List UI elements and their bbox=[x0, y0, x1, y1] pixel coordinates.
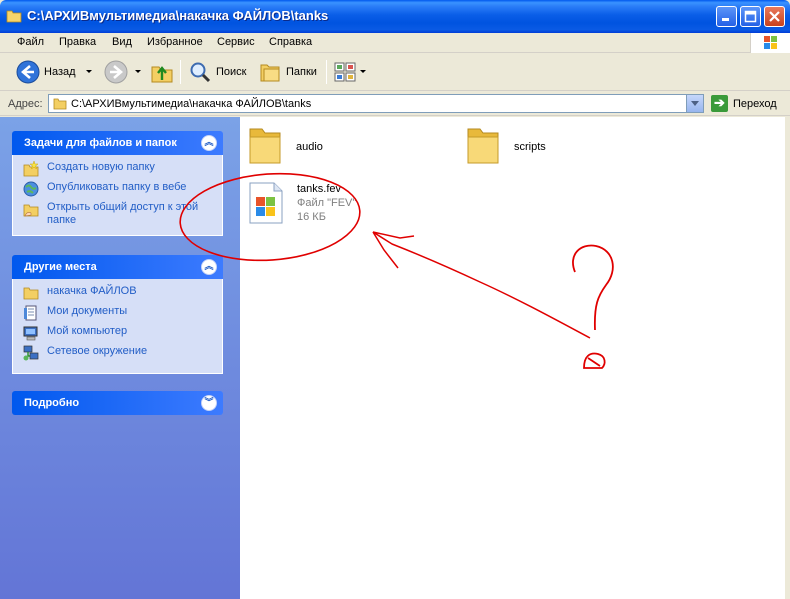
place-label: Мой компьютер bbox=[47, 325, 128, 337]
maximize-button[interactable] bbox=[740, 6, 761, 27]
maximize-icon bbox=[744, 10, 757, 23]
my-computer-icon bbox=[23, 326, 38, 341]
tasks-panel: Задачи для файлов и папок ︽ Создать нову… bbox=[12, 131, 223, 236]
forward-button[interactable] bbox=[104, 58, 128, 86]
folders-icon bbox=[260, 64, 280, 82]
folders-button[interactable]: Папки bbox=[258, 58, 317, 86]
network-icon bbox=[23, 345, 39, 361]
task-publish-web[interactable]: Опубликовать папку в вебе bbox=[13, 181, 222, 201]
toolbar-separator bbox=[326, 60, 327, 84]
tasks-panel-header[interactable]: Задачи для файлов и папок ︽ bbox=[12, 131, 223, 155]
go-arrow-icon: ➔ bbox=[711, 95, 728, 112]
folders-label: Папки bbox=[286, 66, 317, 78]
places-panel: Другие места ︽ накачка ФАЙЛОВ Мои докуме… bbox=[12, 255, 223, 374]
menu-bar: Файл Правка Вид Избранное Сервис Справка bbox=[0, 33, 790, 53]
close-button[interactable] bbox=[764, 6, 785, 27]
collapse-chevron-icon[interactable]: ︽ bbox=[201, 135, 217, 151]
minimize-icon bbox=[722, 18, 729, 21]
folder-icon bbox=[249, 128, 281, 164]
toolbar: Назад Поиск Папки bbox=[0, 54, 790, 91]
place-label: Мои документы bbox=[47, 305, 128, 317]
places-panel-body: накачка ФАЙЛОВ Мои документы Мой компьют… bbox=[12, 279, 223, 374]
folder-item-scripts[interactable]: scripts bbox=[464, 123, 584, 171]
place-label: накачка ФАЙЛОВ bbox=[47, 285, 137, 297]
windows-file-icon bbox=[249, 182, 283, 224]
new-folder-icon bbox=[23, 161, 39, 177]
back-dropdown-icon[interactable] bbox=[86, 70, 92, 73]
address-input[interactable]: C:\АРХИВмультимедиа\накачка ФАЙЛОВ\tanks bbox=[48, 94, 704, 113]
back-arrow-icon bbox=[16, 60, 40, 84]
my-documents-icon bbox=[24, 305, 37, 321]
file-size: 16 КБ bbox=[297, 211, 326, 223]
toolbar-separator bbox=[180, 60, 181, 84]
details-panel: Подробно ︾ bbox=[12, 391, 223, 415]
address-bar: Адрес: C:\АРХИВмультимедиа\накачка ФАЙЛО… bbox=[0, 92, 790, 116]
views-button[interactable] bbox=[333, 58, 357, 86]
task-label: Опубликовать папку в вебе bbox=[47, 181, 187, 193]
forward-dropdown-icon[interactable] bbox=[135, 70, 141, 73]
details-panel-header[interactable]: Подробно ︾ bbox=[12, 391, 223, 415]
up-folder-button[interactable] bbox=[150, 58, 174, 86]
menu-view[interactable]: Вид bbox=[112, 36, 132, 48]
task-share-folder[interactable]: Открыть общий доступ к этой папке bbox=[13, 201, 222, 227]
windows-logo-corner bbox=[750, 33, 790, 53]
go-button[interactable]: ➔ Переход bbox=[711, 95, 777, 112]
tasks-panel-title: Задачи для файлов и папок bbox=[24, 137, 177, 149]
search-button[interactable]: Поиск bbox=[188, 58, 246, 86]
address-value: C:\АРХИВмультимедиа\накачка ФАЙЛОВ\tanks bbox=[71, 98, 312, 110]
task-new-folder[interactable]: Создать новую папку bbox=[13, 161, 222, 181]
folder-item-audio[interactable]: audio bbox=[246, 123, 366, 171]
collapse-chevron-icon[interactable]: ︽ bbox=[201, 259, 217, 275]
publish-web-icon bbox=[23, 181, 39, 197]
forward-arrow-icon bbox=[104, 60, 128, 84]
up-folder-icon bbox=[151, 66, 173, 83]
place-my-computer[interactable]: Мой компьютер bbox=[13, 325, 222, 345]
address-label: Адрес: bbox=[8, 98, 43, 110]
search-icon bbox=[190, 62, 211, 83]
menu-favorites[interactable]: Избранное bbox=[147, 36, 203, 48]
details-panel-title: Подробно bbox=[24, 397, 80, 409]
menu-help[interactable]: Справка bbox=[269, 36, 312, 48]
folder-icon bbox=[53, 98, 67, 110]
window-right-border bbox=[785, 117, 790, 599]
close-icon bbox=[769, 11, 780, 22]
file-item-tanks-fev[interactable]: tanks.fev Файл "FEV" 16 КБ bbox=[246, 179, 376, 229]
go-label: Переход bbox=[733, 97, 777, 110]
tasks-panel-body: Создать новую папку Опубликовать папку в… bbox=[12, 155, 223, 236]
window-title: C:\АРХИВмультимедиа\накачка ФАЙЛОВ\tanks bbox=[27, 8, 329, 23]
menu-tools[interactable]: Сервис bbox=[217, 36, 255, 48]
folder-icon bbox=[23, 287, 39, 300]
place-my-documents[interactable]: Мои документы bbox=[13, 305, 222, 325]
place-network[interactable]: Сетевое окружение bbox=[13, 345, 222, 365]
views-icon bbox=[334, 62, 356, 82]
task-pane: Задачи для файлов и папок ︽ Создать нову… bbox=[0, 117, 240, 599]
task-label: Создать новую папку bbox=[47, 161, 155, 173]
place-parent-folder[interactable]: накачка ФАЙЛОВ bbox=[13, 285, 222, 305]
back-button[interactable]: Назад bbox=[16, 58, 76, 86]
expand-chevron-icon[interactable]: ︾ bbox=[201, 395, 217, 411]
places-panel-title: Другие места bbox=[24, 261, 97, 273]
places-panel-header[interactable]: Другие места ︽ bbox=[12, 255, 223, 279]
share-folder-icon bbox=[23, 204, 39, 217]
place-label: Сетевое окружение bbox=[47, 345, 148, 357]
file-name: scripts bbox=[514, 141, 546, 153]
menu-file[interactable]: Файл bbox=[17, 36, 44, 48]
menu-edit[interactable]: Правка bbox=[59, 36, 96, 48]
minimize-button[interactable] bbox=[716, 6, 737, 27]
title-bar[interactable]: C:\АРХИВмультимедиа\накачка ФАЙЛОВ\tanks bbox=[0, 0, 790, 33]
file-name: tanks.fev bbox=[297, 183, 342, 195]
folder-icon bbox=[6, 10, 22, 23]
back-label: Назад bbox=[44, 66, 76, 78]
address-dropdown-button[interactable] bbox=[686, 95, 703, 112]
folder-icon bbox=[467, 128, 499, 164]
windows-logo-icon bbox=[764, 36, 777, 49]
task-label: Открыть общий доступ к этой папке bbox=[47, 201, 199, 226]
search-label: Поиск bbox=[216, 66, 247, 78]
file-type: Файл "FEV" bbox=[297, 197, 357, 209]
file-name: audio bbox=[296, 141, 323, 153]
views-dropdown-icon[interactable] bbox=[360, 70, 366, 73]
file-list-view[interactable]: audio scripts tanks.fev Файл "FEV" 16 КБ bbox=[240, 117, 785, 599]
